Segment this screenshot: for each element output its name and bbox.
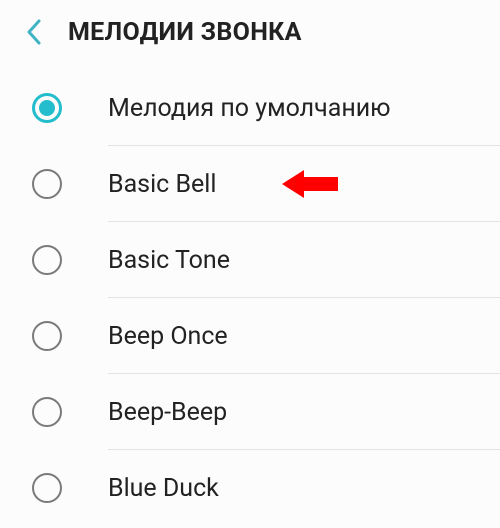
ringtone-item-beep-once[interactable]: Beep Once — [0, 298, 500, 374]
ringtone-label: Мелодия по умолчанию — [108, 94, 391, 123]
ringtone-item-beep-beep[interactable]: Beep-Beep — [0, 374, 500, 450]
radio-unchecked-icon — [32, 245, 62, 275]
ringtone-item-blue-duck[interactable]: Blue Duck — [0, 450, 500, 526]
ringtone-list: Мелодия по умолчанию Basic Bell Basic To… — [0, 64, 500, 526]
back-button[interactable] — [16, 14, 52, 50]
radio-unchecked-icon — [32, 169, 62, 199]
radio-unchecked-icon — [32, 321, 62, 351]
radio-checked-icon — [32, 93, 62, 123]
chevron-left-icon — [26, 19, 42, 45]
ringtone-label: Basic Bell — [108, 170, 216, 199]
radio-unchecked-icon — [32, 397, 62, 427]
ringtone-item-default[interactable]: Мелодия по умолчанию — [0, 70, 500, 146]
app-header: МЕЛОДИИ ЗВОНКА — [0, 0, 500, 64]
annotation-arrow-icon — [282, 166, 338, 202]
ringtone-label: Blue Duck — [108, 474, 219, 503]
radio-unchecked-icon — [32, 473, 62, 503]
ringtone-item-basic-tone[interactable]: Basic Tone — [0, 222, 500, 298]
ringtone-label: Beep-Beep — [108, 398, 227, 427]
page-title: МЕЛОДИИ ЗВОНКА — [68, 18, 302, 47]
ringtone-label: Basic Tone — [108, 246, 230, 275]
ringtone-item-basic-bell[interactable]: Basic Bell — [0, 146, 500, 222]
ringtone-label: Beep Once — [108, 322, 228, 351]
